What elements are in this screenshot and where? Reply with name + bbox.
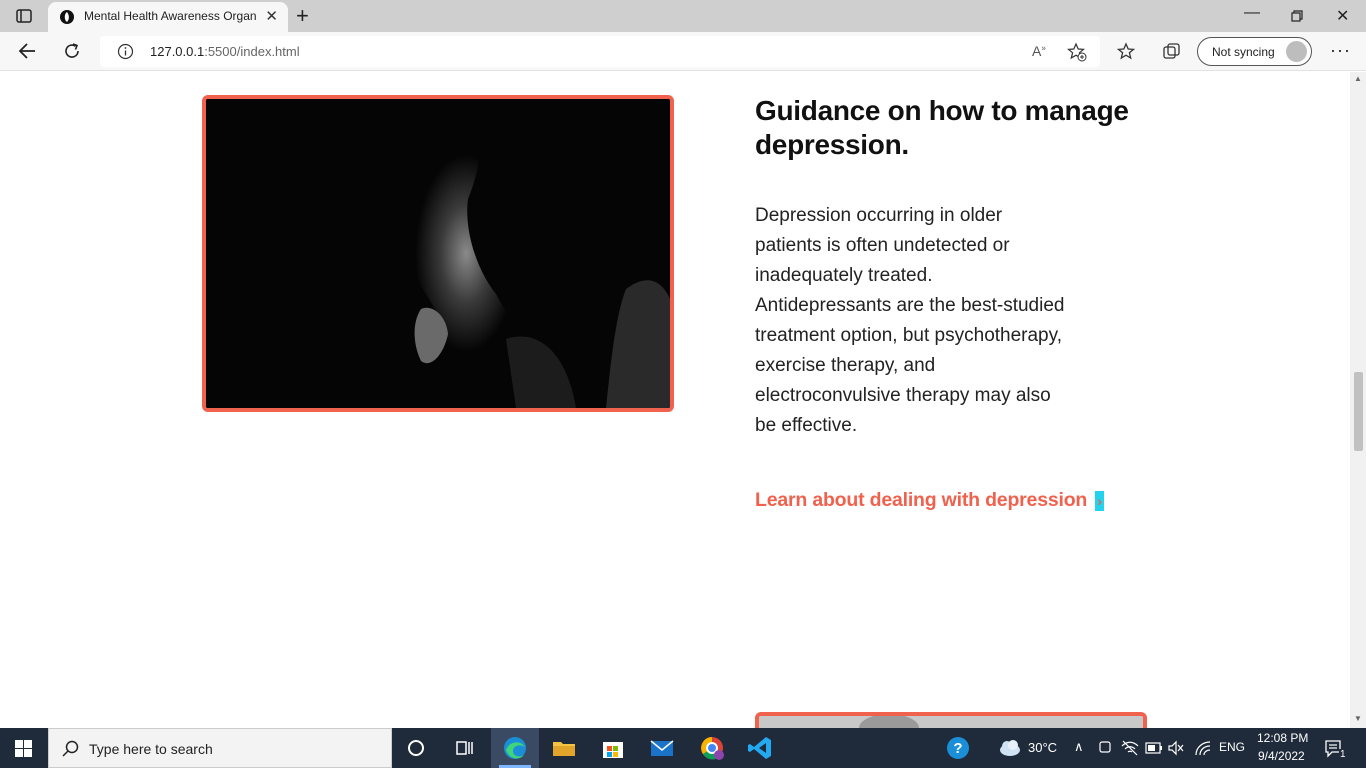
windows-taskbar: Type here to search ? 30°C ∧ ENG 12:08 P…	[0, 728, 1366, 768]
notification-count: 1	[1339, 749, 1347, 760]
page-viewport: Guidance on how to manage depression. De…	[0, 72, 1350, 728]
browser-tab-strip: Mental Health Awareness Organ ✕ + — ✕	[0, 0, 1366, 32]
network-icon[interactable]	[1121, 740, 1139, 756]
more-menu-icon[interactable]: ···	[1330, 40, 1351, 61]
volume-muted-icon[interactable]	[1167, 740, 1185, 756]
vertical-scrollbar[interactable]: ▲ ▼	[1350, 72, 1366, 728]
scroll-thumb[interactable]	[1354, 372, 1363, 451]
windows-start-icon[interactable]	[15, 740, 32, 757]
next-section-image	[755, 712, 1147, 728]
depression-feature-image	[202, 95, 674, 412]
battery-icon[interactable]	[1145, 742, 1163, 754]
tray-expand-icon[interactable]: ∧	[1074, 739, 1084, 755]
edge-icon	[504, 737, 526, 759]
store-icon[interactable]	[599, 734, 627, 762]
edge-taskbar-button[interactable]	[491, 728, 539, 768]
scroll-up-icon[interactable]: ▲	[1354, 74, 1362, 83]
new-tab-icon[interactable]: +	[296, 3, 309, 29]
collections-icon[interactable]	[1162, 42, 1182, 62]
svg-text:?: ?	[953, 740, 962, 757]
next-section-photo	[759, 716, 1143, 728]
window-close-icon[interactable]: ✕	[1336, 6, 1349, 26]
learn-link-label: Learn about dealing with depression	[755, 489, 1088, 511]
cortana-icon[interactable]	[402, 734, 430, 762]
learn-depression-link[interactable]: Learn about dealing with depression ›	[755, 489, 1105, 512]
site-info-icon[interactable]	[117, 43, 134, 60]
address-bar[interactable]: 127.0.0.1:5500/index.html A»	[100, 36, 1100, 67]
browser-toolbar: 127.0.0.1:5500/index.html A» Not syncing…	[0, 32, 1366, 71]
profile-sync-button[interactable]: Not syncing	[1197, 37, 1312, 66]
site-favicon-icon	[60, 10, 74, 24]
tray-device-icon[interactable]	[1098, 740, 1112, 756]
tab-title: Mental Health Awareness Organ	[84, 9, 256, 23]
browser-tab-active[interactable]: Mental Health Awareness Organ ✕	[48, 2, 288, 32]
back-arrow-icon[interactable]	[18, 43, 36, 59]
add-favorite-icon[interactable]	[1067, 42, 1087, 62]
section-heading: Guidance on how to manage depression.	[755, 95, 1129, 160]
restore-icon[interactable]	[1291, 10, 1303, 22]
chevron-right-icon: ›	[1095, 490, 1105, 511]
mail-icon[interactable]	[648, 734, 676, 762]
search-icon	[62, 740, 79, 757]
wifi-icon[interactable]	[1194, 740, 1212, 756]
input-language[interactable]: ENG	[1219, 740, 1245, 754]
weather-cloud-icon[interactable]	[996, 734, 1024, 762]
vscode-icon[interactable]	[746, 734, 774, 762]
profile-avatar-icon	[1286, 41, 1307, 62]
sync-status-label: Not syncing	[1212, 45, 1275, 59]
clock-date[interactable]: 9/4/2022	[1258, 749, 1305, 763]
section-body-text: Depression occurring in older patients i…	[755, 205, 1065, 436]
elderly-man-photo	[206, 99, 670, 408]
favorites-icon[interactable]	[1117, 42, 1137, 62]
weather-temperature[interactable]: 30°C	[1028, 740, 1057, 755]
scroll-down-icon[interactable]: ▼	[1354, 714, 1362, 723]
clock-time[interactable]: 12:08 PM	[1257, 731, 1308, 745]
minimize-icon[interactable]: —	[1244, 4, 1260, 22]
taskbar-search-box[interactable]: Type here to search	[48, 728, 392, 768]
read-aloud-icon[interactable]: A»	[1032, 43, 1046, 59]
help-icon[interactable]: ?	[944, 734, 972, 762]
search-placeholder: Type here to search	[89, 741, 213, 757]
tab-close-icon[interactable]: ✕	[265, 7, 278, 25]
url-text: 127.0.0.1:5500/index.html	[150, 44, 300, 59]
refresh-icon[interactable]	[63, 42, 81, 60]
task-view-icon[interactable]	[450, 734, 478, 762]
file-explorer-icon[interactable]	[550, 734, 578, 762]
chrome-icon[interactable]	[698, 734, 726, 762]
tab-actions-icon[interactable]	[16, 8, 32, 24]
